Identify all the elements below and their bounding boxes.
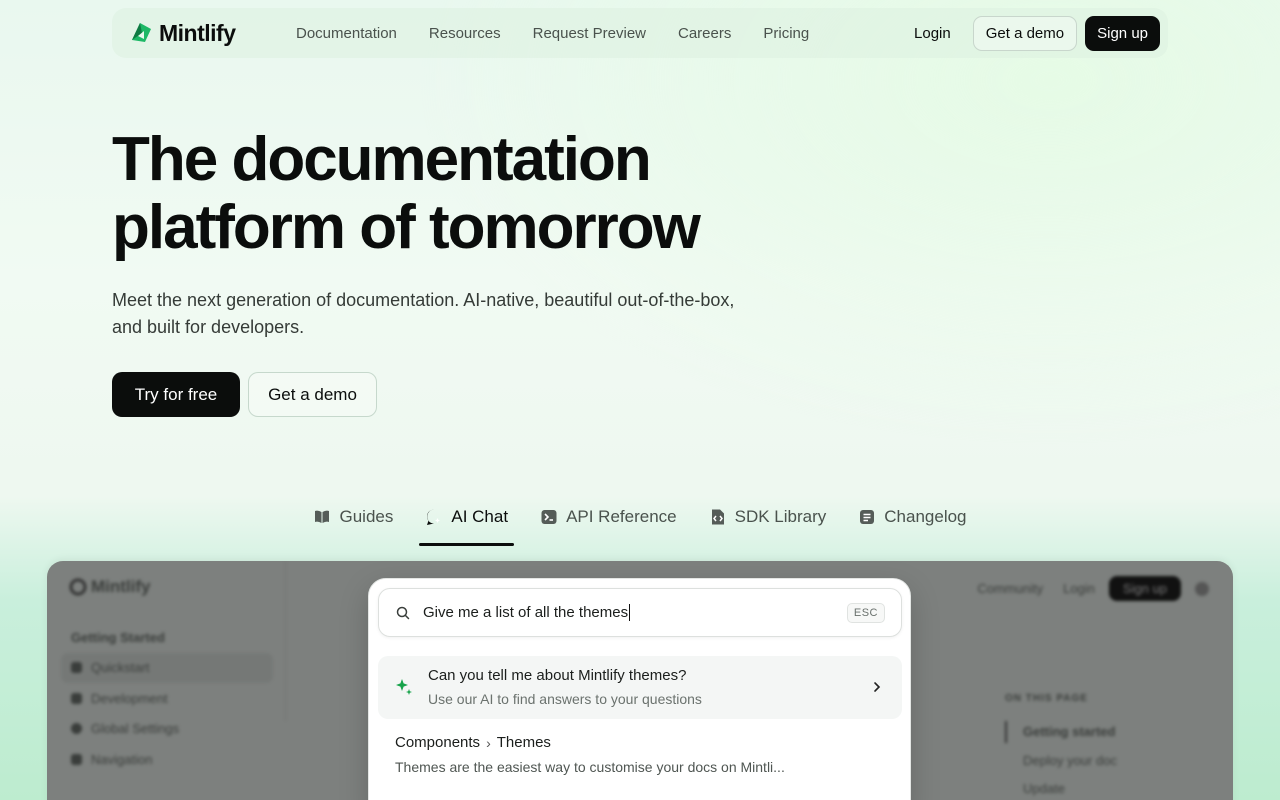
text-cursor (629, 604, 631, 621)
search-query: Give me a list of all the themes (423, 604, 629, 621)
preview-toc-item: Deploy your doc (1023, 753, 1117, 768)
code-icon (71, 693, 82, 704)
ai-result-title: Can you tell me about Mintlify themes? (428, 667, 687, 684)
preview-toc-item: Update (1023, 781, 1065, 796)
doc-result-child: Themes (496, 734, 551, 751)
sign-up-button[interactable]: Sign up (1085, 15, 1160, 51)
code-file-icon (711, 509, 724, 525)
brand-logo[interactable]: Mintlify (128, 20, 296, 47)
doc-result-description: Themes are the easiest way to customise … (395, 759, 785, 775)
gear-icon (71, 723, 82, 734)
search-input[interactable]: Give me a list of all the themes ESC (378, 588, 902, 637)
tab-label: SDK Library (734, 507, 827, 526)
preview-brand: Mintlify (69, 577, 151, 597)
tab-api-reference[interactable]: API Reference (524, 504, 693, 546)
preview-sidebar-item-quickstart: Quickstart (71, 660, 150, 675)
chat-icon (427, 509, 441, 525)
preview-sign-up-button: Sign up (1108, 576, 1181, 601)
preview-login-link: Login (1063, 581, 1095, 596)
doc-result-breadcrumb: Components › Themes (395, 734, 895, 751)
tab-label: Changelog (884, 507, 967, 526)
list-icon (860, 510, 875, 524)
preview-toc-indicator (1005, 721, 1007, 743)
hero-get-demo-button[interactable]: Get a demo (248, 372, 377, 417)
preview-sidebar-label: Global Settings (91, 721, 180, 736)
nav-link-resources[interactable]: Resources (429, 25, 501, 42)
tab-changelog[interactable]: Changelog (842, 504, 982, 546)
nav-link-careers[interactable]: Careers (678, 25, 731, 42)
hero-title-line1: The documentation (112, 125, 652, 194)
preview-toc-title: ON THIS PAGE (1005, 693, 1088, 704)
feature-tabs: Guides AI Chat API Reference SDK Library… (0, 504, 1280, 546)
get-demo-button[interactable]: Get a demo (972, 15, 1078, 51)
ai-result-description: Use our AI to find answers to your quest… (428, 691, 702, 707)
book-icon (315, 510, 330, 523)
sparkles-icon (396, 679, 412, 695)
preview-sidebar-label: Navigation (91, 752, 153, 767)
tab-label: AI Chat (451, 507, 509, 526)
mintlify-logo-icon (132, 23, 151, 42)
nav-links: Documentation Resources Request Preview … (296, 25, 841, 42)
login-link[interactable]: Login (914, 25, 951, 42)
hero-title: The documentation platform of tomorrow (112, 126, 812, 262)
try-for-free-button[interactable]: Try for free (112, 372, 240, 417)
doc-result-parent: Components (395, 734, 481, 751)
esc-key-badge[interactable]: ESC (846, 602, 885, 623)
search-modal: Give me a list of all the themes ESC Can… (368, 578, 911, 800)
tab-sdk-library[interactable]: SDK Library (693, 504, 843, 546)
preview-sidebar-label: Quickstart (91, 660, 150, 675)
preview-sidebar-divider (285, 561, 286, 721)
hero-subtitle: Meet the next generation of documentatio… (112, 290, 735, 337)
nav-link-pricing[interactable]: Pricing (763, 25, 809, 42)
preview-sidebar-item-navigation: Navigation (71, 752, 152, 767)
ai-answer-result[interactable]: Can you tell me about Mintlify themes? U… (378, 656, 902, 719)
preview-brand-name: Mintlify (91, 577, 151, 596)
brand-name: Mintlify (159, 19, 236, 46)
tab-label: API Reference (566, 507, 677, 526)
chevron-right-icon: › (486, 734, 491, 751)
preview-sidebar-label: Development (91, 691, 168, 706)
theme-toggle-icon (1195, 581, 1209, 596)
hero-title-line2: platform of tomorrow (112, 193, 701, 262)
map-icon (71, 754, 82, 765)
preview-sidebar-title: Getting Started (71, 630, 165, 645)
preview-top-actions: Community Login Sign up (977, 576, 1209, 601)
nav-link-documentation[interactable]: Documentation (296, 25, 397, 42)
top-navbar: Mintlify Documentation Resources Request… (112, 8, 1168, 58)
tab-ai-chat[interactable]: AI Chat (409, 504, 524, 546)
preview-sidebar-item-global-settings: Global Settings (71, 721, 179, 736)
search-icon (396, 606, 410, 619)
tab-label: Guides (339, 507, 394, 526)
terminal-icon (541, 510, 557, 524)
nav-actions: Login Get a demo Sign up (914, 15, 1160, 51)
tab-guides[interactable]: Guides (297, 504, 409, 546)
chevron-right-icon (874, 682, 881, 692)
preview-sidebar-item-development: Development (71, 691, 168, 706)
preview-toc-item: Getting started (1023, 724, 1116, 739)
mintlify-logo-icon (69, 578, 87, 596)
rocket-icon (71, 662, 82, 673)
nav-link-request-preview[interactable]: Request Preview (533, 25, 646, 42)
preview-community-link: Community (977, 581, 1044, 596)
doc-search-result[interactable]: Components › Themes Themes are the easie… (395, 734, 895, 775)
